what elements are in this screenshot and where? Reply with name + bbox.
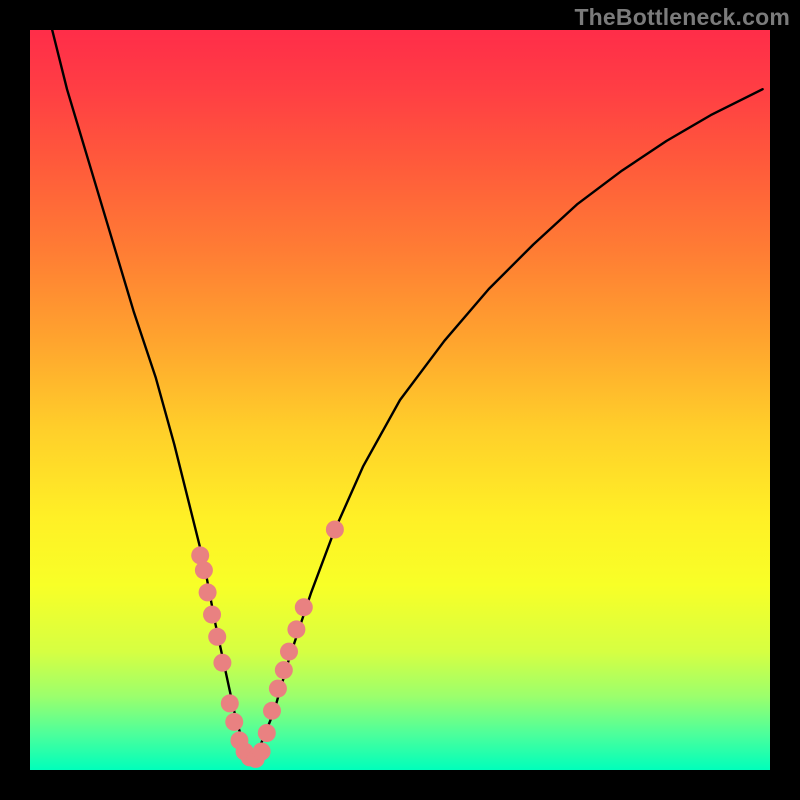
data-marker (280, 643, 298, 661)
data-marker (295, 598, 313, 616)
data-marker (258, 724, 276, 742)
chart-svg (30, 30, 770, 770)
data-marker (203, 606, 221, 624)
data-marker (195, 561, 213, 579)
data-marker (213, 654, 231, 672)
data-marker (269, 680, 287, 698)
data-marker (208, 628, 226, 646)
data-marker (221, 694, 239, 712)
data-marker (326, 521, 344, 539)
data-marker (253, 743, 271, 761)
data-markers (191, 521, 344, 768)
plot-area (30, 30, 770, 770)
bottleneck-curve (52, 30, 762, 759)
watermark-text: TheBottleneck.com (574, 4, 790, 31)
data-marker (287, 620, 305, 638)
data-marker (275, 661, 293, 679)
data-marker (199, 583, 217, 601)
data-marker (225, 713, 243, 731)
data-marker (263, 702, 281, 720)
